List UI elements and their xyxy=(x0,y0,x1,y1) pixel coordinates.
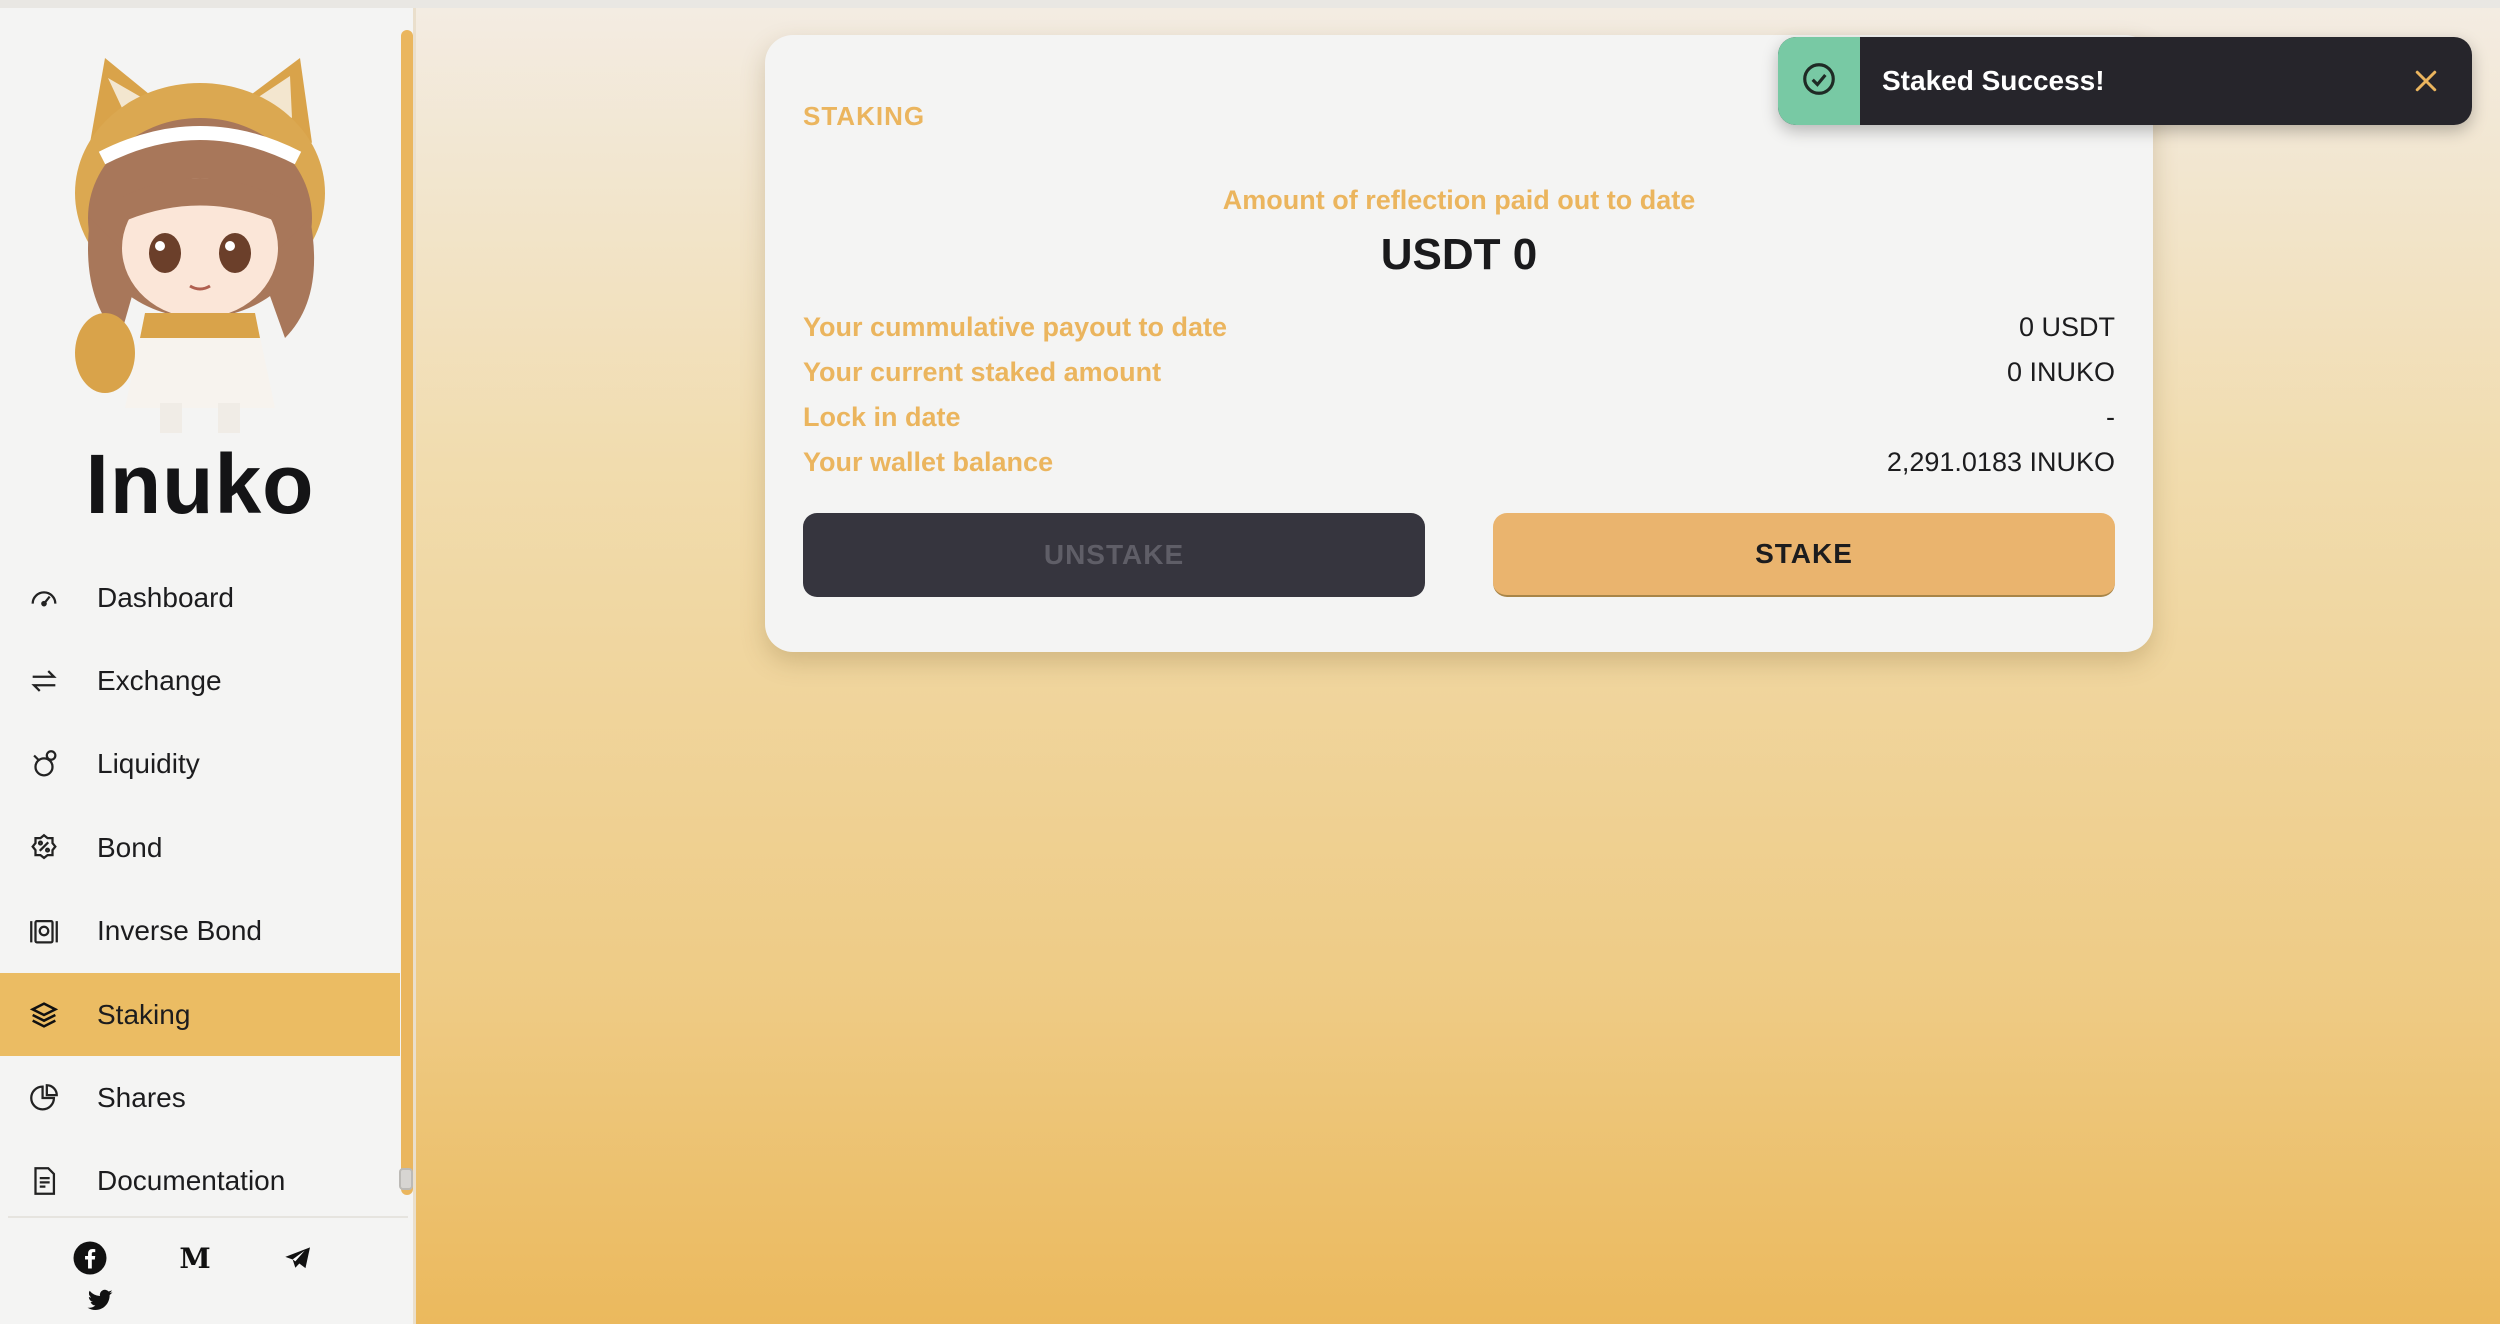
layers-icon xyxy=(26,997,62,1033)
inverse-bond-icon xyxy=(26,913,62,949)
svg-text:M: M xyxy=(179,1241,210,1275)
sidebar-item-label: Inverse Bond xyxy=(97,915,262,947)
stat-label: Your wallet balance xyxy=(803,447,1054,477)
facebook-icon[interactable] xyxy=(70,1238,110,1278)
sidebar-item-label: Liquidity xyxy=(97,748,200,780)
check-circle-icon xyxy=(1800,60,1838,103)
telegram-icon[interactable] xyxy=(278,1238,318,1278)
stat-value: 0 INUKO xyxy=(2006,357,2115,387)
social-divider xyxy=(8,1216,408,1218)
close-icon[interactable] xyxy=(2404,59,2448,103)
sidebar-item-label: Bond xyxy=(97,831,163,863)
sidebar-item-liquidity[interactable]: Liquidity xyxy=(0,723,400,806)
stat-value: 2,291.0183 INUKO xyxy=(1886,447,2115,477)
stat-value: 0 USDT xyxy=(2018,312,2115,342)
swap-arrows-icon xyxy=(26,663,62,699)
sidebar-item-label: Shares xyxy=(97,1082,186,1114)
toast-status-strip xyxy=(1778,37,1860,125)
card-title: STAKING xyxy=(803,101,926,131)
sidebar-item-shares[interactable]: Shares xyxy=(0,1056,400,1139)
document-icon xyxy=(26,1163,62,1199)
sidebar-item-label: Dashboard xyxy=(97,581,234,613)
sidebar-item-dashboard[interactable]: Dashboard xyxy=(0,556,400,639)
sidebar-item-staking[interactable]: Staking xyxy=(0,972,400,1057)
sidebar-nav: Dashboard Exchange Liquidity Bond Invers… xyxy=(0,556,400,1223)
sidebar-item-bond[interactable]: Bond xyxy=(0,806,400,889)
stake-button[interactable]: STAKE xyxy=(1493,513,2115,597)
social-links: M xyxy=(0,1226,400,1316)
sidebar-item-label: Documentation xyxy=(97,1165,286,1197)
medium-icon[interactable]: M xyxy=(175,1238,215,1278)
stat-label: Your cummulative payout to date xyxy=(803,312,1228,342)
percent-badge-icon xyxy=(26,830,62,866)
sidebar-scrollbar[interactable] xyxy=(401,30,413,1195)
brand-name: Inuko xyxy=(85,437,315,531)
stat-row-wallet-balance: Your wallet balance 2,291.0183 INUKO xyxy=(803,447,2115,478)
sidebar-border xyxy=(413,8,416,1324)
unstake-button[interactable]: UNSTAKE xyxy=(803,513,1425,597)
staking-card: STAKING Amount of reflection paid out to… xyxy=(765,35,2153,652)
stat-label: Lock in date xyxy=(803,402,961,432)
reflection-value: USDT 0 xyxy=(1380,230,1538,279)
sidebar: Inuko Dashboard Exchange Liquidity Bond xyxy=(0,8,415,1324)
stat-row-lock-in-date: Lock in date - xyxy=(803,402,2115,433)
sidebar-scrollbar-handle[interactable] xyxy=(399,1168,413,1190)
toast-message: Staked Success! xyxy=(1882,65,2105,96)
sidebar-item-label: Staking xyxy=(97,998,191,1030)
pie-chart-icon xyxy=(26,1080,62,1116)
sidebar-item-documentation[interactable]: Documentation xyxy=(0,1140,400,1223)
reflection-label: Amount of reflection paid out to date xyxy=(1222,185,1696,215)
speedometer-icon xyxy=(26,580,62,616)
mascot-logo xyxy=(75,58,325,433)
twitter-icon[interactable] xyxy=(80,1280,120,1320)
sidebar-item-label: Exchange xyxy=(97,665,222,697)
top-border xyxy=(0,0,2500,8)
stat-label: Your current staked amount xyxy=(803,357,1162,387)
stat-value: - xyxy=(2106,402,2115,432)
coins-hand-icon xyxy=(26,746,62,782)
sidebar-item-exchange[interactable]: Exchange xyxy=(0,639,400,722)
success-toast: Staked Success! xyxy=(1778,37,2472,125)
stat-row-cumulative-payout: Your cummulative payout to date 0 USDT xyxy=(803,312,2115,343)
stat-row-staked-amount: Your current staked amount 0 INUKO xyxy=(803,357,2115,388)
sidebar-item-inverse-bond[interactable]: Inverse Bond xyxy=(0,890,400,973)
